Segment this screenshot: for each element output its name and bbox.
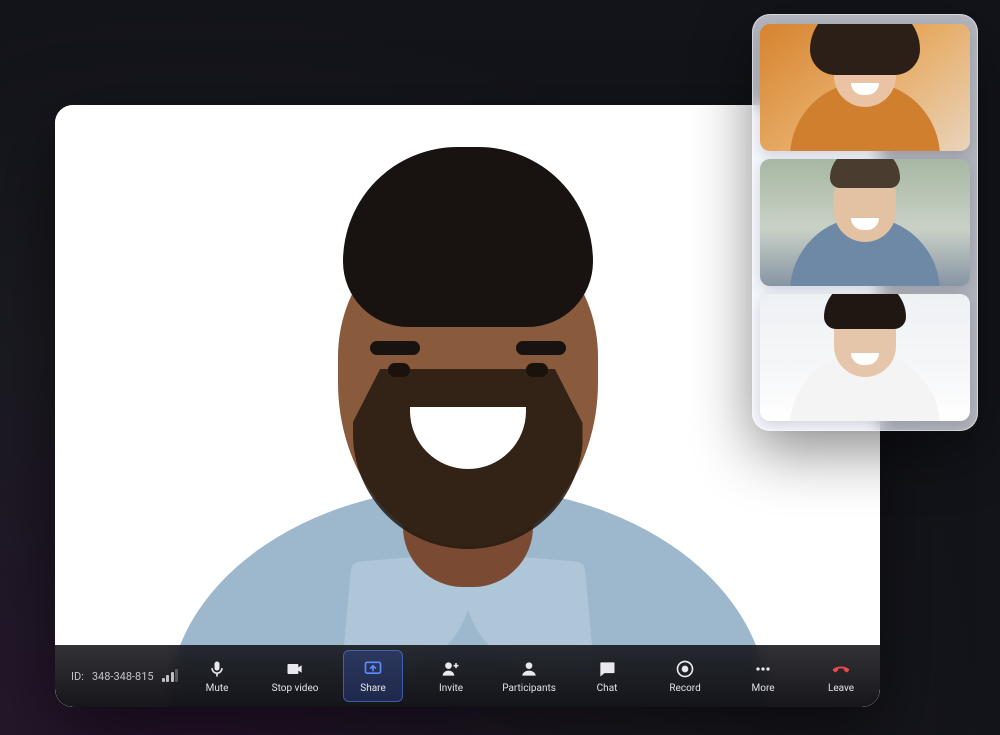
toolbar-buttons: Mute Stop video Share Invite <box>178 650 880 702</box>
avatar <box>790 217 940 286</box>
participant-thumbnail[interactable] <box>760 24 970 151</box>
more-button[interactable]: More <box>733 650 793 702</box>
chat-button[interactable]: Chat <box>577 650 637 702</box>
participants-button[interactable]: Participants <box>499 650 559 702</box>
participant-thumbnail[interactable] <box>760 159 970 286</box>
share-button[interactable]: Share <box>343 650 403 702</box>
add-person-icon <box>441 659 461 679</box>
participants-label: Participants <box>502 683 556 694</box>
invite-button[interactable]: Invite <box>421 650 481 702</box>
mute-label: Mute <box>206 683 229 694</box>
stop-video-label: Stop video <box>272 683 319 694</box>
chat-icon <box>597 659 617 679</box>
person-icon <box>519 659 539 679</box>
call-toolbar: ID: 348-348-815 Mute Stop video <box>55 645 880 707</box>
mute-button[interactable]: Mute <box>187 650 247 702</box>
main-speaker-avatar <box>188 147 748 707</box>
more-label: More <box>752 683 775 694</box>
invite-label: Invite <box>439 683 463 694</box>
hang-up-icon <box>831 659 851 679</box>
signal-strength-icon <box>162 670 179 682</box>
participant-thumbnails-panel <box>752 14 978 431</box>
meeting-id: ID: 348-348-815 <box>55 670 178 683</box>
record-label: Record <box>669 683 700 694</box>
participant-thumbnail[interactable] <box>760 294 970 421</box>
microphone-icon <box>207 659 227 679</box>
chat-label: Chat <box>597 683 618 694</box>
meeting-id-value: 348-348-815 <box>92 670 154 683</box>
more-icon <box>753 659 773 679</box>
meeting-id-label: ID: <box>71 670 84 683</box>
share-label: Share <box>360 683 385 694</box>
leave-label: Leave <box>828 683 854 694</box>
record-button[interactable]: Record <box>655 650 715 702</box>
share-screen-icon <box>363 659 383 679</box>
record-icon <box>675 659 695 679</box>
avatar <box>790 82 940 151</box>
camera-icon <box>285 659 305 679</box>
stop-video-button[interactable]: Stop video <box>265 650 325 702</box>
avatar <box>790 352 940 421</box>
leave-button[interactable]: Leave <box>811 650 871 702</box>
